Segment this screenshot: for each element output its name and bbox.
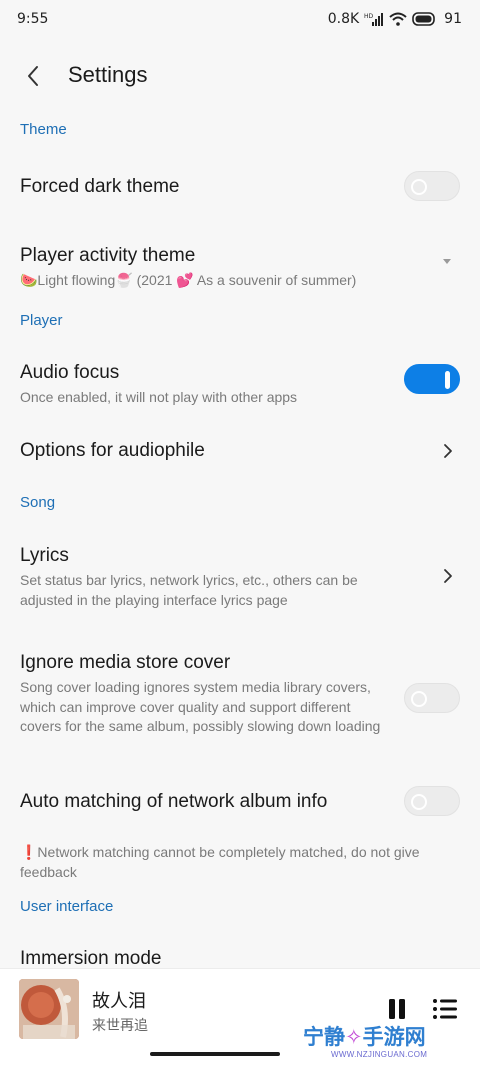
status-indicators: 0.8K HD 91 [328,11,462,27]
svg-text:HD: HD [364,13,374,20]
header: Settings [0,52,480,102]
album-art-image [19,979,79,1039]
audio-focus-toggle[interactable] [404,364,460,394]
network-matching-note: ❗Network matching cannot be completely m… [20,844,420,880]
watermark-logo-icon: ✧ [345,1025,363,1049]
player-activity-theme-title: Player activity theme [20,245,196,266]
playlist-icon[interactable] [432,997,458,1021]
chevron-right-icon [444,569,452,583]
back-arrow-icon[interactable] [22,64,46,88]
status-bar: 9:55 0.8K HD 91 [0,0,480,40]
toggle-knob [445,371,450,389]
lyrics-title: Lyrics [20,545,69,566]
network-speed: 0.8K [327,11,360,27]
toggle-knob [411,179,427,195]
dropdown-arrow-icon [443,259,451,264]
toggle-knob [411,794,427,810]
section-theme: Theme [20,121,67,138]
toggle-knob [411,691,427,707]
page-title: Settings [68,62,148,87]
audio-focus-title: Audio focus [20,362,120,383]
song-title: 故人泪 [92,991,146,1011]
lyrics-subtitle: Set status bar lyrics, network lyrics, e… [20,572,358,608]
song-artist: 来世再追 [92,1017,148,1033]
home-indicator[interactable] [150,1052,280,1056]
pause-icon[interactable] [386,997,408,1021]
ignore-cover-toggle[interactable] [404,683,460,713]
player-activity-theme-value: 🍉Light flowing🍧 (2021 💕 As a souvenir of… [20,272,357,288]
section-player: Player [20,312,63,329]
watermark: 宁静✧手游网 WWW.NZJINGUAN.COM [303,1021,463,1061]
section-song: Song [20,494,56,511]
status-time: 9:55 [17,11,49,27]
immersion-title: Immersion mode [20,948,162,969]
section-user-interface: User interface [20,898,114,915]
audiophile-title: Options for audiophile [20,440,205,461]
album-art[interactable] [19,979,79,1039]
watermark-url: WWW.NZJINGUAN.COM [331,1050,428,1059]
battery-icon [412,12,435,26]
signal-icon: HD [364,13,384,26]
battery-level: 91 [444,11,462,27]
chevron-right-icon [444,444,452,458]
ignore-cover-title: Ignore media store cover [20,652,231,673]
watermark-text-right: 手游网 [362,1025,426,1049]
forced-dark-title: Forced dark theme [20,176,180,197]
forced-dark-toggle[interactable] [404,171,460,201]
wifi-icon [389,12,407,26]
auto-matching-title: Auto matching of network album info [20,791,328,812]
watermark-text: 宁静✧手游网 [303,1021,426,1051]
watermark-text-left: 宁静 [303,1025,345,1049]
ignore-cover-subtitle: Song cover loading ignores system media … [20,679,381,734]
auto-matching-toggle[interactable] [404,786,460,816]
audio-focus-subtitle: Once enabled, it will not play with othe… [20,389,298,405]
